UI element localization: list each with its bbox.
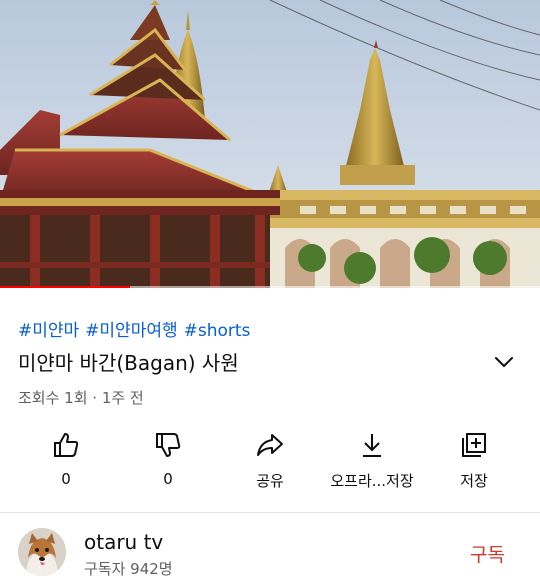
dislike-count: 0 [163, 470, 173, 488]
chevron-down-icon[interactable] [492, 350, 516, 374]
hashtag-link[interactable]: #미얀마 [18, 321, 79, 341]
share-label: 공유 [256, 472, 284, 490]
share-icon [257, 434, 283, 456]
like-button[interactable]: 0 [11, 425, 121, 495]
offline-save-button[interactable]: 오프라...저장 [317, 425, 427, 495]
video-progress-fill [0, 286, 130, 288]
temple-scene-image [0, 0, 540, 288]
dislike-button[interactable]: 0 [113, 425, 223, 495]
subscriber-count: 구독자 942명 [84, 560, 173, 578]
save-to-playlist-icon [462, 433, 486, 457]
video-player[interactable] [0, 0, 540, 288]
video-title[interactable]: 미얀마 바간(Bagan) 사원 [18, 347, 239, 376]
hashtag-list: #미얀마 #미얀마여행 #shorts [18, 316, 256, 341]
channel-avatar[interactable] [18, 528, 66, 576]
thumbs-up-icon [54, 433, 79, 457]
share-button[interactable]: 공유 [215, 425, 325, 495]
dog-avatar-image [18, 528, 66, 576]
video-progress-bar[interactable] [0, 286, 540, 288]
channel-name[interactable]: otaru tv [84, 530, 163, 554]
subscribe-button[interactable]: 구독 [470, 540, 505, 567]
download-icon [363, 434, 381, 457]
thumbs-down-icon [156, 433, 181, 457]
hashtag-link[interactable]: #미얀마여행 [85, 321, 177, 341]
action-row: 0 0 공유 오프라...저장 저장 [0, 425, 540, 495]
hashtag-link[interactable]: #shorts [184, 321, 251, 341]
video-view-count-and-date: 조회수 1회 · 1주 전 [18, 389, 144, 407]
save-to-playlist-button[interactable]: 저장 [419, 425, 529, 495]
like-count: 0 [61, 470, 71, 488]
save-label: 저장 [460, 472, 488, 490]
divider [0, 512, 540, 513]
offline-save-label: 오프라...저장 [330, 472, 414, 490]
